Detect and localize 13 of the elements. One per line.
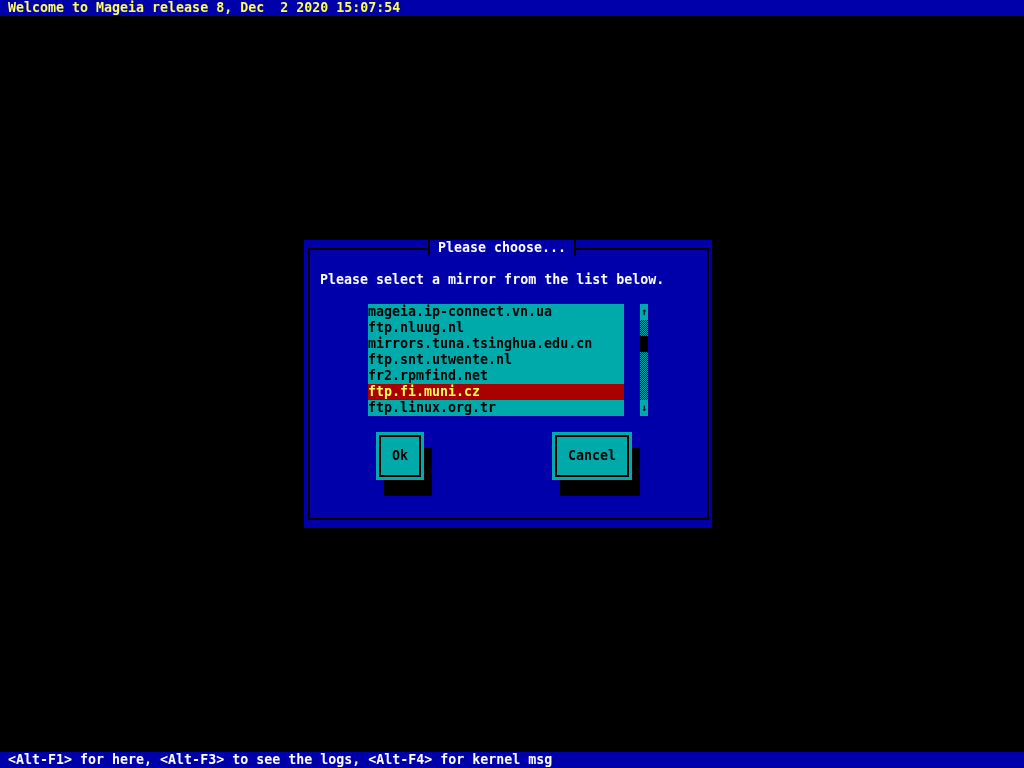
welcome-text: Welcome to Mageia release 8, Dec 2 2020 15:07:54 [8, 0, 401, 15]
dialog-title: Please choose... [428, 240, 576, 256]
mirror-list-item[interactable]: ftp.nluug.nl [368, 320, 624, 336]
mirror-list-item[interactable]: fr2.rpmfind.net [368, 368, 624, 384]
mirror-list-item[interactable]: ftp.snt.utwente.nl [368, 352, 624, 368]
dialog-message: Please select a mirror from the list below. [320, 272, 666, 288]
key-hints-text: <Alt-F1> for here, <Alt-F3> to see the logs, <Alt-F4> for kernel msg [8, 752, 553, 767]
mirror-list-item[interactable]: mirrors.tuna.tsinghua.edu.cn [368, 336, 624, 352]
mirror-list-item[interactable]: mageia.ip-connect.vn.ua [368, 304, 624, 320]
mirror-list-item[interactable]: ftp.linux.org.tr [368, 400, 624, 416]
scrollbar[interactable]: ↑ ↓ [640, 304, 648, 416]
scrollbar-thumb[interactable] [640, 336, 648, 352]
mirror-list-item[interactable]: ftp.fi.muni.cz [368, 384, 624, 400]
